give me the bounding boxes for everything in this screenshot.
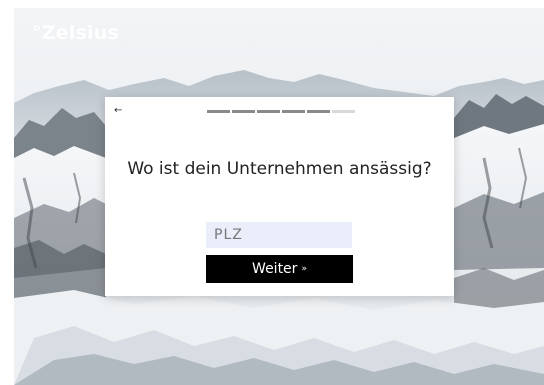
location-modal: ← Wo ist dein Unternehmen ansässig? Weit… xyxy=(105,97,454,296)
arrow-left-icon: ← xyxy=(114,105,123,116)
brand-logo[interactable]: °Zelsius xyxy=(32,22,119,44)
progress-step-3 xyxy=(257,110,280,113)
progress-step-4 xyxy=(282,110,305,113)
progress-step-1 xyxy=(207,110,230,113)
progress-step-2 xyxy=(232,110,255,113)
back-button[interactable]: ← xyxy=(114,105,126,117)
background-frame: °Zelsius ← Wo ist dein Unternehmen ansäs… xyxy=(14,8,544,385)
question-heading: Wo ist dein Unternehmen ansässig? xyxy=(127,159,432,179)
double-chevron-right-icon: » xyxy=(301,264,307,274)
next-button-label: Weiter xyxy=(252,261,298,277)
next-button[interactable]: Weiter » xyxy=(206,255,353,283)
step-progress-indicator xyxy=(207,110,355,113)
progress-step-6 xyxy=(332,110,355,113)
plz-input[interactable] xyxy=(206,222,352,248)
progress-step-5 xyxy=(307,110,330,113)
